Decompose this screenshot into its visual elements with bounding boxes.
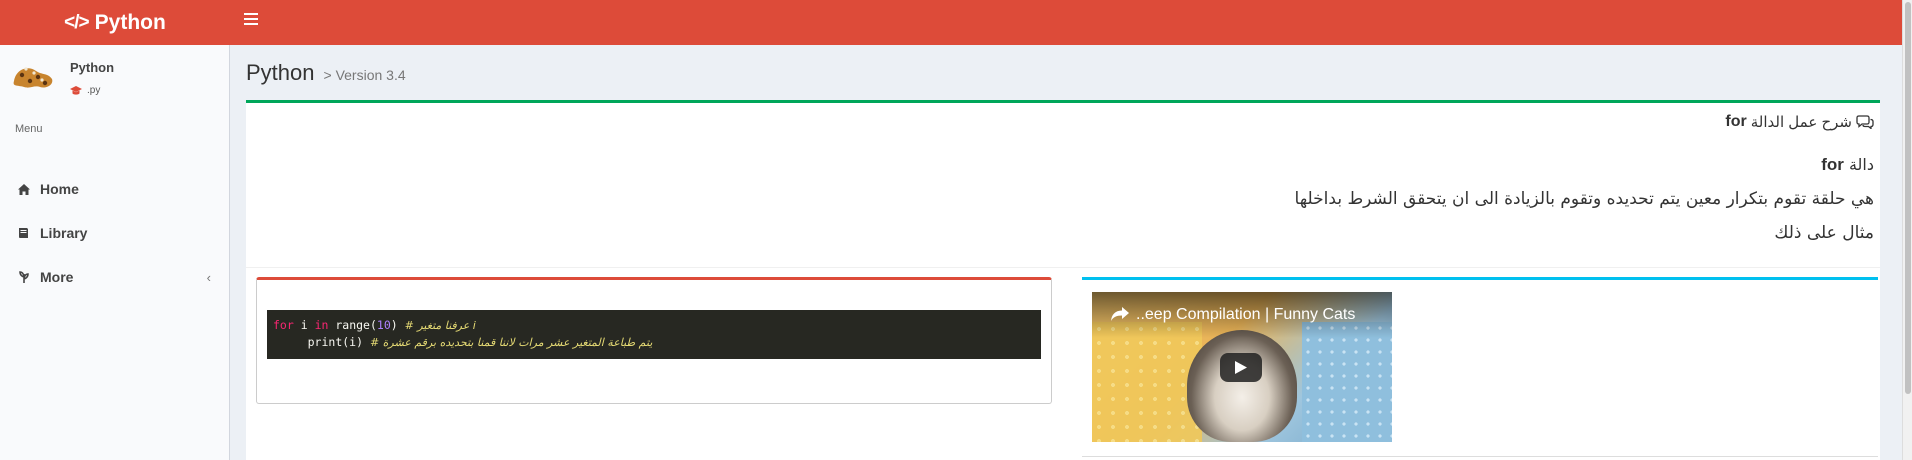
sidebar-item-home[interactable]: Home (0, 169, 229, 209)
play-button[interactable] (1220, 353, 1262, 382)
sidebar-item-label: More (40, 269, 74, 285)
home-icon (18, 183, 40, 195)
code-example-box: for i in range(10) # عرفنا متغير i print… (256, 277, 1052, 404)
video-thumbnail-cat (1187, 330, 1297, 442)
user-subtitle: .py (70, 85, 100, 96)
code-keyword: in (314, 318, 329, 332)
comments-icon (1856, 115, 1874, 129)
page-scrollbar[interactable] (1902, 0, 1912, 460)
scrollbar-thumb[interactable] (1905, 2, 1911, 394)
page-title: Python (246, 60, 315, 85)
box-title: شرح عمل الدالة for (1725, 113, 1874, 131)
code-block[interactable]: for i in range(10) # عرفنا متغير i print… (267, 310, 1041, 359)
video-box: ..eep Compilation | Funny Cats (1082, 277, 1878, 457)
user-subtitle-text: .py (87, 85, 101, 96)
code-text: range( (328, 318, 377, 332)
description-heading: دالة for (1821, 155, 1874, 175)
user-name: Python (70, 60, 115, 75)
logo[interactable]: </> Python (0, 0, 230, 45)
code-comment: # يتم طباعة المتغير عشر مرات لاننا قمنا … (369, 336, 653, 349)
code-text: print(i) (307, 335, 370, 349)
sidebar-item-label: Library (40, 225, 88, 241)
description-heading-text: دالة (1848, 155, 1874, 174)
play-icon (1235, 361, 1247, 374)
page-subtitle: > Version 3.4 (323, 67, 406, 83)
share-icon[interactable] (1110, 306, 1130, 322)
youtube-video-embed[interactable]: ..eep Compilation | Funny Cats (1092, 292, 1392, 442)
description-box: شرح عمل الدالة for دالة for هي حلقة تقوم… (246, 100, 1880, 267)
menu-header: Menu (15, 123, 43, 135)
box-title-text: شرح عمل الدالة (1750, 114, 1852, 131)
user-panel: Python .py (0, 45, 230, 115)
sidebar: Python .py Menu Home Library More ‹ (0, 45, 230, 460)
leaf-icon (18, 271, 40, 283)
description-heading-keyword: for (1821, 155, 1844, 174)
box-title-keyword: for (1725, 113, 1747, 130)
description-body: هي حلقة تقوم بتكرار معين يتم تحديده وتقو… (1294, 189, 1874, 209)
code-text: ) (390, 318, 405, 332)
video-title[interactable]: ..eep Compilation | Funny Cats (1136, 306, 1355, 324)
code-keyword: for (273, 318, 294, 332)
book-icon (18, 227, 40, 239)
video-thumbnail-pillow (1092, 322, 1202, 442)
sidebar-toggle-icon[interactable] (244, 13, 258, 25)
sidebar-item-more[interactable]: More ‹ (0, 257, 229, 297)
graduation-cap-icon (70, 85, 82, 95)
content-header: Python > Version 3.4 (246, 60, 406, 86)
code-text: i (293, 318, 315, 332)
avatar (13, 67, 53, 88)
code-number: 10 (376, 318, 391, 332)
code-comment: # عرفنا متغير i (404, 319, 476, 332)
sidebar-item-label: Home (40, 181, 79, 197)
code-icon: </> (64, 11, 90, 33)
sidebar-item-library[interactable]: Library (0, 213, 229, 253)
top-navbar: </> Python (0, 0, 1902, 45)
example-label: مثال على ذلك (1774, 223, 1874, 243)
logo-text: Python (94, 10, 166, 34)
chevron-left-icon[interactable]: ‹ (207, 270, 211, 285)
video-thumbnail-pillow (1302, 322, 1392, 442)
